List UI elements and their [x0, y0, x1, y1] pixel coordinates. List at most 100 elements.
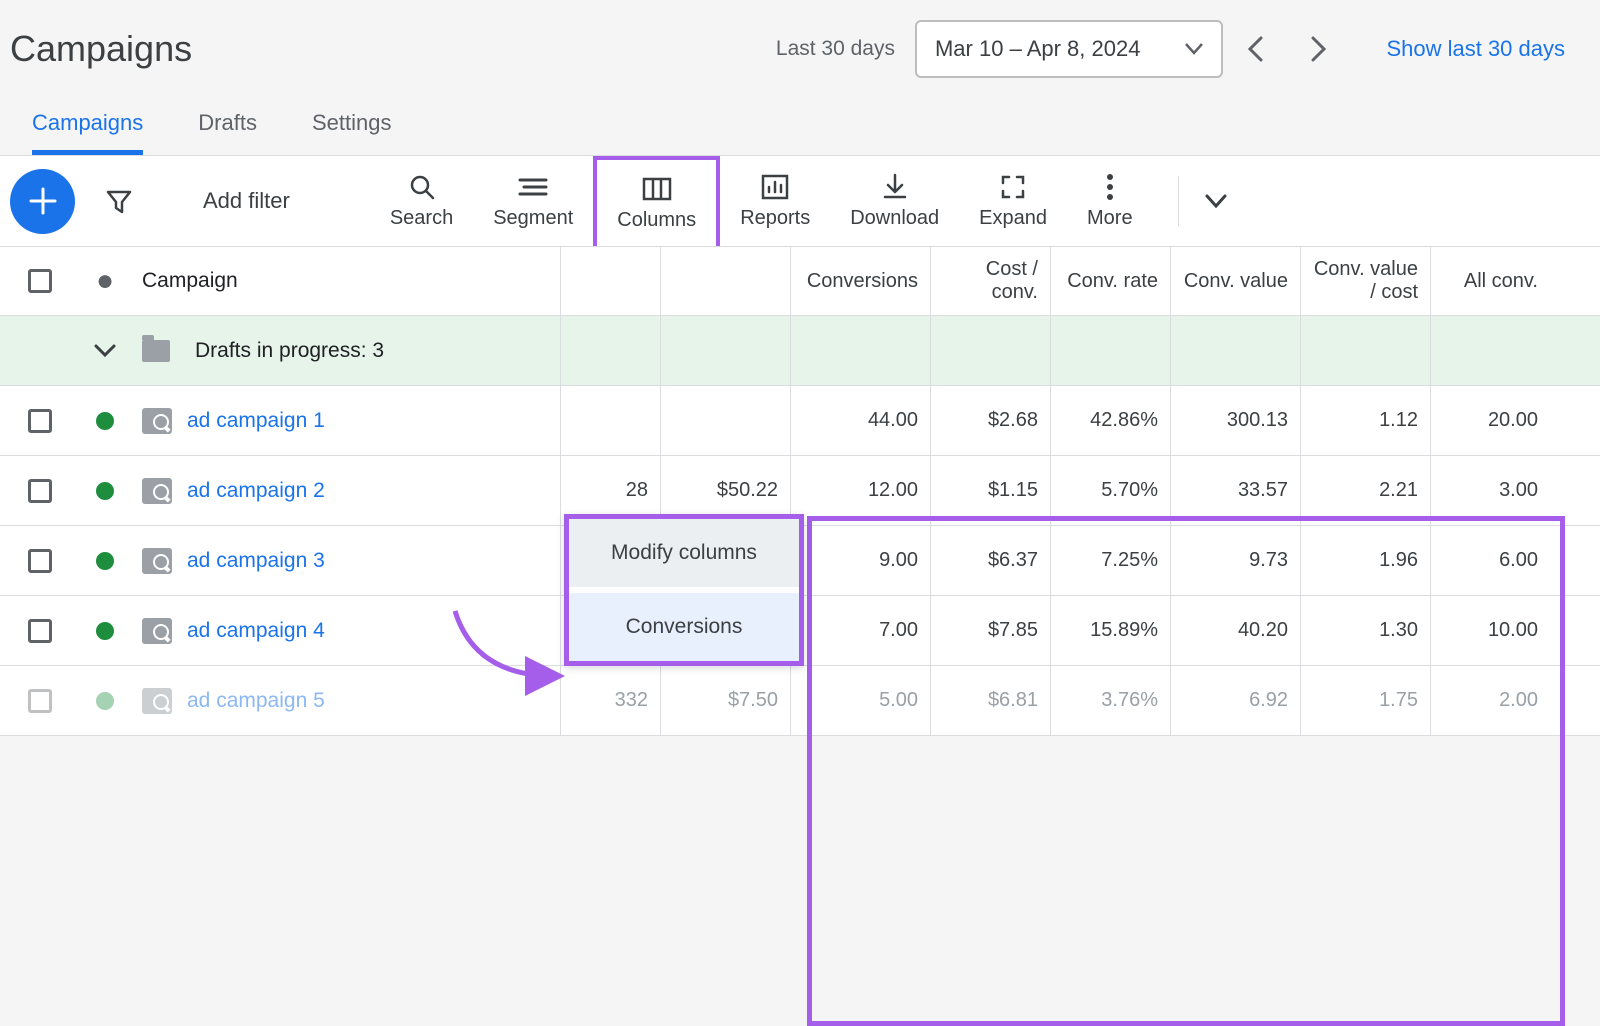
date-range-text: Mar 10 – Apr 8, 2024: [935, 36, 1140, 62]
table-header-row: ● Campaign Conversions Cost / conv. Conv…: [0, 246, 1600, 316]
segment-tool[interactable]: Segment: [473, 156, 593, 246]
download-icon: [882, 173, 908, 201]
search-tool[interactable]: Search: [370, 156, 473, 246]
cell-all-conv: 6.00: [1430, 526, 1550, 595]
expand-icon: [1000, 173, 1026, 201]
add-filter-button[interactable]: Add filter: [203, 188, 290, 214]
columns-tool[interactable]: Columns: [593, 156, 720, 246]
modify-columns-item[interactable]: Modify columns: [569, 519, 799, 587]
column-header-hidden2[interactable]: [660, 247, 790, 315]
conversions-preset-item[interactable]: Conversions: [569, 593, 799, 661]
column-header-conv-value-cost[interactable]: Conv. value / cost: [1313, 258, 1418, 304]
status-dot-icon[interactable]: [96, 622, 114, 640]
row-checkbox[interactable]: [28, 479, 52, 503]
select-all-checkbox[interactable]: [28, 269, 52, 293]
row-checkbox[interactable]: [28, 549, 52, 573]
cell-conversions: 12.00: [790, 456, 930, 525]
cell-all-conv: 20.00: [1430, 386, 1550, 455]
column-header-campaign[interactable]: Campaign: [130, 247, 560, 315]
campaign-type-icon: [142, 688, 172, 714]
campaign-link[interactable]: ad campaign 2: [187, 479, 325, 503]
reports-icon: [761, 173, 789, 201]
campaign-type-icon: [142, 548, 172, 574]
column-header-conversions[interactable]: Conversions: [803, 270, 918, 293]
cell-cost-per-conv: $7.85: [930, 596, 1050, 665]
cell-conv-rate: 3.76%: [1050, 666, 1170, 735]
column-header-cost-per-conv[interactable]: Cost / conv.: [943, 258, 1038, 304]
campaign-type-icon: [142, 478, 172, 504]
reports-label: Reports: [740, 207, 810, 230]
cell-metric-b: $7.50: [660, 666, 790, 735]
folder-icon: [142, 340, 170, 362]
filter-icon[interactable]: [105, 187, 133, 215]
campaign-link[interactable]: ad campaign 3: [187, 549, 325, 573]
cell-cost-per-conv: $1.15: [930, 456, 1050, 525]
toolbar-divider: [1178, 176, 1179, 226]
status-dot-icon[interactable]: [96, 552, 114, 570]
search-label: Search: [390, 207, 453, 230]
cell-conv-rate: 42.86%: [1050, 386, 1170, 455]
drafts-label: Drafts in progress: 3: [195, 339, 384, 363]
cell-all-conv: 3.00: [1430, 456, 1550, 525]
date-range-label: Last 30 days: [776, 37, 895, 61]
cell-conv-value-cost: 1.96: [1300, 526, 1430, 595]
column-header-hidden1[interactable]: [560, 247, 660, 315]
dropdown-arrow-icon: [1185, 43, 1203, 55]
drafts-row[interactable]: Drafts in progress: 3: [0, 316, 1600, 386]
cell-conv-rate: 5.70%: [1050, 456, 1170, 525]
cell-cost-per-conv: $6.37: [930, 526, 1050, 595]
status-header-icon: ●: [96, 264, 114, 298]
cell-conv-value: 300.13: [1170, 386, 1300, 455]
segment-icon: [518, 173, 548, 201]
cell-conv-value-cost: 1.75: [1300, 666, 1430, 735]
campaign-type-icon: [142, 408, 172, 434]
table-row: ad campaign 1 44.00 $2.68 42.86% 300.13 …: [0, 386, 1600, 456]
chevron-down-icon[interactable]: [94, 344, 116, 358]
segment-label: Segment: [493, 207, 573, 230]
row-checkbox[interactable]: [28, 409, 52, 433]
status-dot-icon[interactable]: [96, 692, 114, 710]
more-label: More: [1087, 207, 1133, 230]
search-icon: [408, 173, 436, 201]
cell-conv-value: 6.92: [1170, 666, 1300, 735]
more-tool[interactable]: More: [1067, 156, 1153, 246]
status-dot-icon[interactable]: [96, 482, 114, 500]
status-dot-icon[interactable]: [96, 412, 114, 430]
cell-conversions: 9.00: [790, 526, 930, 595]
expand-label: Expand: [979, 207, 1047, 230]
columns-label: Columns: [617, 209, 696, 232]
date-range-button[interactable]: Mar 10 – Apr 8, 2024: [915, 20, 1223, 78]
show-last-days-link[interactable]: Show last 30 days: [1386, 36, 1565, 62]
campaign-link[interactable]: ad campaign 1: [187, 409, 325, 433]
prev-period-button[interactable]: [1235, 29, 1275, 69]
column-header-conv-value[interactable]: Conv. value: [1183, 270, 1288, 293]
cell-conv-value: 9.73: [1170, 526, 1300, 595]
cell-all-conv: 2.00: [1430, 666, 1550, 735]
campaign-link[interactable]: ad campaign 5: [187, 689, 325, 713]
cell-conv-value: 40.20: [1170, 596, 1300, 665]
cell-conversions: 44.00: [790, 386, 930, 455]
cell-conv-value-cost: 1.30: [1300, 596, 1430, 665]
row-checkbox[interactable]: [28, 689, 52, 713]
cell-conv-rate: 15.89%: [1050, 596, 1170, 665]
add-campaign-button[interactable]: [10, 169, 75, 234]
collapse-toolbar-button[interactable]: [1204, 193, 1228, 209]
column-header-all-conv[interactable]: All conv.: [1443, 270, 1538, 293]
campaign-link[interactable]: ad campaign 4: [187, 619, 325, 643]
tab-settings[interactable]: Settings: [312, 110, 392, 155]
next-period-button[interactable]: [1299, 29, 1339, 69]
expand-tool[interactable]: Expand: [959, 156, 1067, 246]
cell-cost-per-conv: $2.68: [930, 386, 1050, 455]
cell-conv-rate: 7.25%: [1050, 526, 1170, 595]
tab-drafts[interactable]: Drafts: [198, 110, 257, 155]
reports-tool[interactable]: Reports: [720, 156, 830, 246]
campaign-type-icon: [142, 618, 172, 644]
cell-cost-per-conv: $6.81: [930, 666, 1050, 735]
download-tool[interactable]: Download: [830, 156, 959, 246]
cell-metric-b: [660, 386, 790, 455]
tab-campaigns[interactable]: Campaigns: [32, 110, 143, 155]
row-checkbox[interactable]: [28, 619, 52, 643]
annotation-arrow: [445, 606, 575, 701]
table-row: ad campaign 5 332 $7.50 5.00 $6.81 3.76%…: [0, 666, 1600, 736]
column-header-conv-rate[interactable]: Conv. rate: [1063, 270, 1158, 293]
